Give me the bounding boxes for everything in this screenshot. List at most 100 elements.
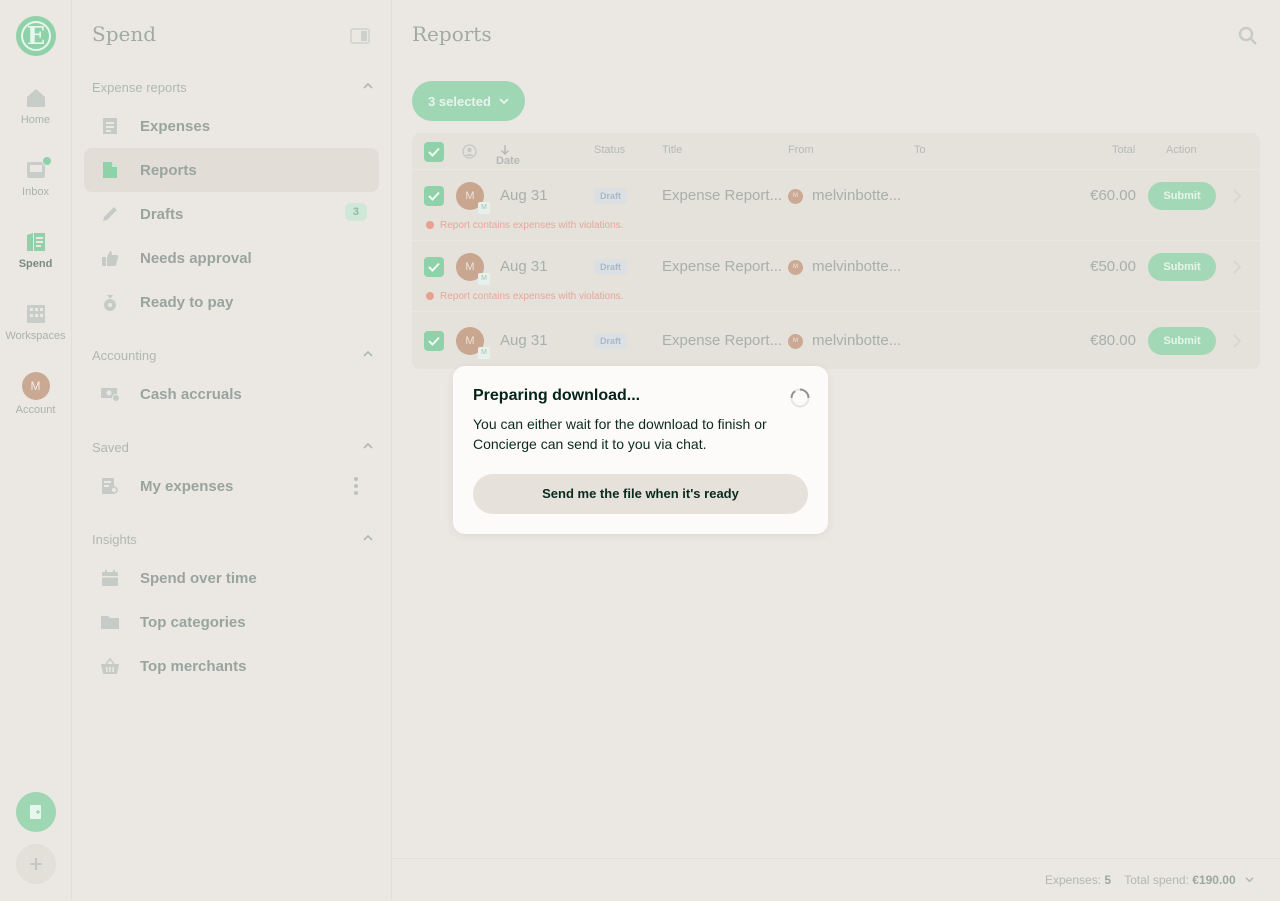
chevron-down-icon xyxy=(1245,877,1254,883)
checkmark-icon xyxy=(428,147,440,157)
page-title: Reports xyxy=(412,22,492,46)
status-badge: Draft xyxy=(594,188,628,204)
column-action: Action xyxy=(1166,144,1197,156)
calendar-icon xyxy=(102,570,118,586)
sidebar-item-my-expenses[interactable]: My expenses xyxy=(84,464,379,508)
receipt-icon xyxy=(103,118,117,134)
from-avatar: M xyxy=(788,334,803,349)
selection-dropdown-button[interactable]: 3 selected xyxy=(412,81,525,121)
error-dot-icon xyxy=(426,221,434,229)
submit-button[interactable]: Submit xyxy=(1148,253,1216,281)
create-expense-button[interactable] xyxy=(16,792,56,832)
expensify-logo[interactable]: E xyxy=(16,16,56,56)
receipt-plus-icon xyxy=(30,805,41,819)
rail-item-home[interactable]: Home xyxy=(0,86,71,126)
sidebar-item-ready-to-pay[interactable]: Ready to pay xyxy=(84,280,379,324)
row-from: melvinbotte... xyxy=(812,187,902,204)
spend-icon xyxy=(26,233,45,251)
table-row[interactable]: MM Aug 31 Draft Expense Report... M melv… xyxy=(412,240,1260,312)
row-from: melvinbotte... xyxy=(812,332,902,349)
unread-dot xyxy=(41,156,52,166)
sidebar-item-drafts[interactable]: Drafts 3 xyxy=(84,192,379,236)
column-from[interactable]: From xyxy=(788,144,814,156)
row-total: €60.00 xyxy=(1090,187,1136,204)
table-header: Date Status Title From To Total Action xyxy=(412,133,1260,169)
row-checkbox[interactable] xyxy=(424,331,444,351)
drafts-count-badge: 3 xyxy=(344,203,367,221)
send-file-when-ready-button[interactable]: Send me the file when it's ready xyxy=(473,474,808,514)
reports-table: Date Status Title From To Total Action M… xyxy=(412,133,1260,369)
section-expense-reports[interactable]: Expense reports xyxy=(92,80,374,95)
loading-spinner-icon xyxy=(790,388,810,408)
error-dot-icon xyxy=(426,292,434,300)
violation-warning: Report contains expenses with violations… xyxy=(426,291,623,302)
collapse-sidebar-icon[interactable] xyxy=(350,28,370,44)
chevron-down-icon xyxy=(499,98,509,105)
checkmark-icon xyxy=(428,191,440,201)
folder-icon xyxy=(101,616,119,629)
rail-item-account[interactable]: M Account xyxy=(0,372,71,416)
sidebar-item-cash-accruals[interactable]: Cash accruals xyxy=(84,372,379,416)
from-avatar: M xyxy=(788,260,803,275)
column-status[interactable]: Status xyxy=(594,144,625,156)
totals-footer[interactable]: Expenses: 5 Total spend: €190.00 xyxy=(392,858,1280,901)
sort-arrow-down-icon xyxy=(500,145,510,156)
section-saved[interactable]: Saved xyxy=(92,440,374,455)
quick-add-button[interactable] xyxy=(16,844,56,884)
section-accounting[interactable]: Accounting xyxy=(92,348,374,363)
row-total: €80.00 xyxy=(1090,332,1136,349)
chevron-up-icon xyxy=(363,350,373,357)
status-badge: Draft xyxy=(594,259,628,275)
chevron-right-icon[interactable] xyxy=(1232,334,1242,348)
money-bag-icon xyxy=(104,295,116,311)
basket-icon xyxy=(101,657,119,674)
workspace-mini-icon: M xyxy=(478,202,490,214)
avatar: M xyxy=(21,372,50,400)
thumbs-up-icon xyxy=(102,251,119,266)
nav-rail: E Home Inbox Spend Workspaces M Account xyxy=(0,0,72,900)
plus-icon xyxy=(30,858,42,870)
avatar: MM xyxy=(456,253,490,285)
search-icon[interactable] xyxy=(1238,26,1258,46)
sidebar-title: Spend xyxy=(92,22,157,46)
chevron-right-icon[interactable] xyxy=(1232,189,1242,203)
home-icon xyxy=(26,89,45,107)
column-title[interactable]: Title xyxy=(662,144,682,156)
select-all-checkbox[interactable] xyxy=(424,142,444,162)
row-checkbox[interactable] xyxy=(424,257,444,277)
rail-item-workspaces[interactable]: Workspaces xyxy=(0,302,71,342)
table-row[interactable]: MM Aug 31 Draft Expense Report... M melv… xyxy=(412,169,1260,241)
table-row[interactable]: MM Aug 31 Draft Expense Report... M melv… xyxy=(412,311,1260,370)
chevron-up-icon xyxy=(363,82,373,89)
from-avatar: M xyxy=(788,189,803,204)
row-checkbox[interactable] xyxy=(424,186,444,206)
chevron-right-icon[interactable] xyxy=(1232,260,1242,274)
row-title: Expense Report... xyxy=(662,187,783,204)
row-title: Expense Report... xyxy=(662,258,783,275)
column-total[interactable]: Total xyxy=(1112,144,1135,156)
row-date: Aug 31 xyxy=(500,187,548,204)
sidebar-item-top-merchants[interactable]: Top merchants xyxy=(84,644,379,688)
section-insights[interactable]: Insights xyxy=(92,532,374,547)
document-icon xyxy=(103,162,117,178)
rail-item-inbox[interactable]: Inbox xyxy=(0,156,71,198)
row-date: Aug 31 xyxy=(500,332,548,349)
sidebar-item-top-categories[interactable]: Top categories xyxy=(84,600,379,644)
sidebar-item-needs-approval[interactable]: Needs approval xyxy=(84,236,379,280)
checkmark-icon xyxy=(428,262,440,272)
sidebar-item-expenses[interactable]: Expenses xyxy=(84,104,379,148)
row-title: Expense Report... xyxy=(662,332,783,349)
submit-button[interactable]: Submit xyxy=(1148,182,1216,210)
avatar: MM xyxy=(456,327,490,359)
column-to[interactable]: To xyxy=(914,144,926,156)
user-circle-icon xyxy=(462,144,477,159)
status-badge: Draft xyxy=(594,333,628,349)
rail-item-spend[interactable]: Spend xyxy=(0,230,71,270)
sidebar-item-spend-over-time[interactable]: Spend over time xyxy=(84,556,379,600)
sidebar-item-reports[interactable]: Reports xyxy=(84,148,379,192)
more-options-icon[interactable] xyxy=(353,476,359,496)
submit-button[interactable]: Submit xyxy=(1148,327,1216,355)
violation-warning: Report contains expenses with violations… xyxy=(426,220,623,231)
building-icon xyxy=(26,305,45,323)
column-date[interactable]: Date xyxy=(496,144,520,167)
